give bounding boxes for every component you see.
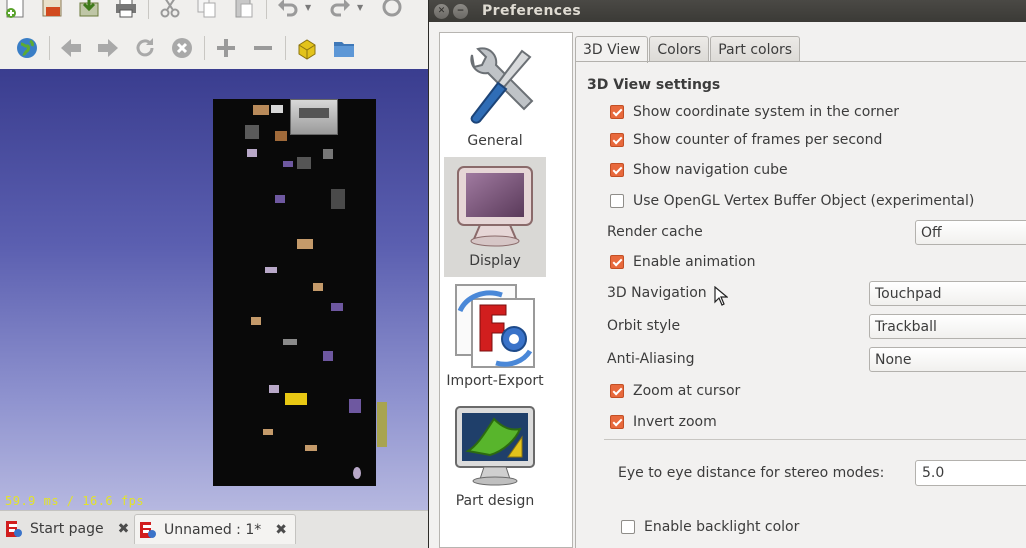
preferences-dialog: ✕ − Preferences General Display Import-E… [428, 0, 1026, 548]
minimize-window-icon[interactable]: − [453, 3, 468, 19]
close-icon[interactable]: ✖ [118, 521, 130, 537]
new-document-icon[interactable] [0, 0, 30, 21]
checkbox-unchecked[interactable] [610, 194, 624, 208]
redo-dropdown-arrow-icon[interactable]: ▼ [357, 3, 367, 12]
page-label: General [467, 133, 523, 149]
web-toolbar [0, 31, 366, 65]
document-tabbar: Start page ✖ Unnamed : 1* ✖ [0, 510, 432, 548]
page-display[interactable]: Display [444, 157, 546, 277]
checkbox-checked[interactable] [610, 384, 624, 398]
section-divider [604, 439, 1026, 440]
group-title: 3D View settings [587, 77, 721, 93]
dialog-title: Preferences [482, 3, 582, 19]
tools-wrench-screwdriver-icon [470, 47, 534, 124]
tab-part-colors[interactable]: Part colors [710, 36, 801, 62]
tab-label: Unnamed : 1* [164, 521, 262, 538]
tab-3d-view[interactable]: 3D View [575, 36, 649, 63]
enable-backlight-checkbox[interactable]: Enable backlight color [621, 519, 799, 535]
side-connector [377, 402, 387, 447]
fps-counter: 59.9 ms / 16.6 fps [5, 494, 145, 508]
macro-icon[interactable] [292, 34, 322, 62]
page-import-export[interactable]: Import-Export [444, 277, 546, 397]
anti-aliasing-label: Anti-Aliasing [607, 351, 695, 367]
usb-connector [290, 99, 338, 135]
mouse-cursor-icon [714, 286, 728, 306]
eye-distance-label: Eye to eye distance for stereo modes: [618, 465, 885, 481]
print-icon[interactable] [111, 0, 141, 21]
redo-icon[interactable] [325, 0, 355, 21]
close-icon[interactable]: ✖ [275, 522, 287, 538]
back-arrow-icon[interactable] [56, 34, 86, 62]
dialog-titlebar[interactable]: ✕ − Preferences [429, 0, 1026, 22]
refresh-icon[interactable] [377, 0, 407, 21]
tab-start-page[interactable]: Start page ✖ [0, 514, 138, 544]
3d-navigation-label: 3D Navigation [607, 285, 707, 301]
invert-zoom-checkbox[interactable]: Invert zoom [610, 414, 717, 430]
render-cache-select[interactable]: Off [915, 220, 1026, 245]
yellow-component [285, 393, 307, 405]
checkbox-label: Show navigation cube [633, 162, 788, 178]
zoom-at-cursor-checkbox[interactable]: Zoom at cursor [610, 383, 740, 399]
web-globe-icon[interactable] [12, 34, 42, 62]
use-opengl-vbo-checkbox[interactable]: Use OpenGL Vertex Buffer Object (experim… [610, 193, 974, 209]
show-navigation-cube-checkbox[interactable]: Show navigation cube [610, 162, 788, 178]
checkbox-label: Enable animation [633, 254, 756, 270]
checkbox-label: Use OpenGL Vertex Buffer Object (experim… [633, 193, 975, 209]
anti-aliasing-select[interactable]: None [869, 347, 1026, 372]
checkbox-label: Enable backlight color [644, 519, 800, 535]
tab-unnamed-document[interactable]: Unnamed : 1* ✖ [134, 514, 296, 544]
monitor-icon [457, 166, 533, 247]
part-design-icon [455, 406, 535, 486]
3d-navigation-select[interactable]: Touchpad [869, 281, 1026, 306]
3d-viewport[interactable]: 59.9 ms / 16.6 fps [0, 69, 430, 510]
stop-icon[interactable] [167, 34, 197, 62]
checkbox-label: Invert zoom [633, 414, 717, 430]
pcb-model [213, 99, 376, 486]
orbit-style-label: Orbit style [607, 318, 681, 334]
file-toolbar: ▼ ▼ [0, 0, 414, 24]
reload-icon[interactable] [130, 34, 160, 62]
eye-distance-spinbox[interactable]: 5.0 [915, 460, 1026, 486]
checkbox-unchecked[interactable] [621, 520, 635, 534]
show-fps-counter-checkbox[interactable]: Show counter of frames per second [610, 132, 882, 148]
checkbox-checked[interactable] [610, 105, 624, 119]
checkbox-label: Show coordinate system in the corner [633, 104, 900, 120]
zoom-out-icon[interactable] [248, 34, 278, 62]
page-general[interactable]: General [444, 37, 546, 157]
page-part-design[interactable]: Part design [444, 397, 546, 517]
save-document-icon[interactable] [74, 0, 104, 21]
checkbox-label: Show counter of frames per second [633, 132, 883, 148]
checkbox-checked[interactable] [610, 415, 624, 429]
freecad-logo-icon [6, 521, 22, 537]
checkbox-checked[interactable] [610, 255, 624, 269]
checkbox-label: Zoom at cursor [633, 383, 741, 399]
open-document-icon[interactable] [37, 0, 67, 21]
page-label: Part design [455, 493, 535, 509]
show-coordinate-system-checkbox[interactable]: Show coordinate system in the corner [610, 104, 899, 120]
cut-icon[interactable] [155, 0, 185, 21]
checkbox-checked[interactable] [610, 163, 624, 177]
copy-icon[interactable] [192, 0, 222, 21]
preferences-page-list: General Display Import-Export Part desig… [439, 32, 573, 548]
freecad-logo-icon [140, 521, 156, 538]
import-export-icon [455, 284, 535, 368]
zoom-in-icon[interactable] [211, 34, 241, 62]
page-label: Import-Export [446, 373, 544, 389]
undo-icon[interactable] [273, 0, 303, 21]
paste-icon[interactable] [229, 0, 259, 21]
settings-tabbar: 3D View Colors Part colors [575, 36, 801, 63]
freecad-main-window: ▼ ▼ 59.9 ms / 16.6 fps Start page ✖ Unna… [0, 0, 432, 548]
forward-arrow-icon[interactable] [93, 34, 123, 62]
tab-colors[interactable]: Colors [649, 36, 710, 62]
folder-icon[interactable] [329, 34, 359, 62]
close-window-icon[interactable]: ✕ [434, 3, 449, 19]
enable-animation-checkbox[interactable]: Enable animation [610, 254, 756, 270]
page-label: Display [469, 253, 521, 269]
undo-dropdown-arrow-icon[interactable]: ▼ [305, 3, 315, 12]
orbit-style-select[interactable]: Trackball [869, 314, 1026, 339]
render-cache-label: Render cache [607, 224, 703, 240]
tab-label: Start page [30, 521, 104, 537]
checkbox-checked[interactable] [610, 133, 624, 147]
